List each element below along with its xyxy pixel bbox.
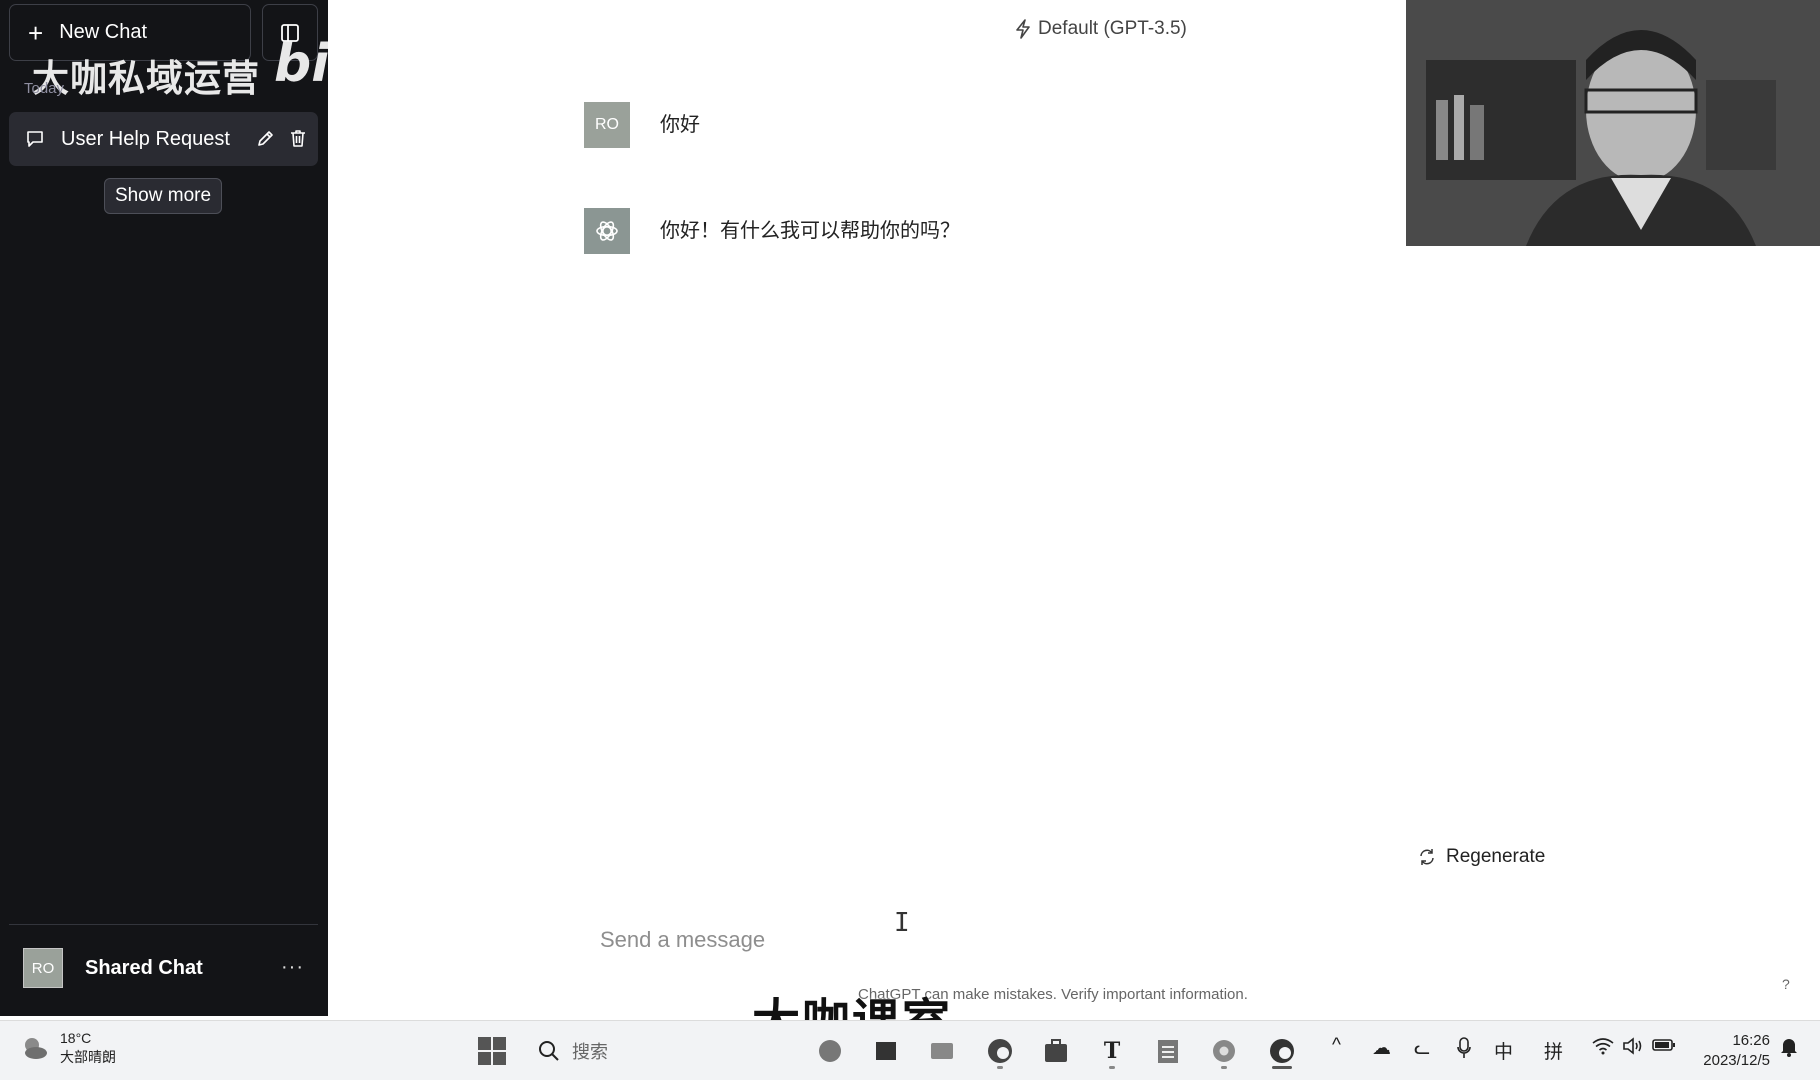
assistant-avatar	[584, 208, 630, 254]
search-label: 搜索	[572, 1042, 608, 1062]
volume-icon[interactable]	[1622, 1037, 1644, 1061]
weather-desc: 大部晴朗	[60, 1049, 116, 1065]
clock-date: 2023/12/5	[1703, 1052, 1770, 1069]
edge-dev-icon	[1270, 1039, 1294, 1063]
model-selector[interactable]: Default (GPT-3.5)	[1014, 18, 1187, 40]
store-icon	[1045, 1039, 1067, 1062]
message-input[interactable]	[600, 920, 1420, 960]
assistant-message: 你好！有什么我可以帮助你的吗？	[584, 208, 960, 254]
app-icon	[931, 1043, 953, 1059]
taskbar-app-1[interactable]	[810, 1031, 850, 1071]
search-icon	[539, 1041, 559, 1061]
show-more-button[interactable]: Show more	[104, 178, 222, 214]
edge-browser-button[interactable]	[980, 1031, 1020, 1071]
app-root: + New Chat 大咖私域运营 bili Today User Help R…	[0, 0, 1820, 1080]
store-button[interactable]	[1036, 1031, 1076, 1071]
running-indicator	[1109, 1066, 1115, 1069]
weather-temp: 18°C	[60, 1030, 92, 1046]
chat-item-actions	[256, 128, 308, 148]
taskbar-search[interactable]: 搜索	[532, 1031, 792, 1071]
sidebar-divider	[9, 924, 318, 925]
weather-widget[interactable]: 18°C 大部晴朗	[18, 1029, 116, 1067]
regenerate-button[interactable]: Regenerate	[1418, 846, 1545, 868]
chat-bubble-icon	[27, 131, 43, 147]
edge-dev-button[interactable]	[1262, 1031, 1302, 1071]
ime-language[interactable]: 中	[1494, 1037, 1513, 1064]
trash-icon[interactable]	[288, 128, 308, 148]
ime-mode[interactable]: 拼	[1544, 1037, 1563, 1064]
profile-menu[interactable]: RO Shared Chat ···	[9, 940, 318, 996]
battery-icon[interactable]	[1652, 1037, 1676, 1059]
watermark-logo-text: 大咖私域运营	[32, 57, 260, 100]
bilibili-watermark: bili	[274, 38, 328, 90]
active-indicator	[1272, 1066, 1292, 1069]
profile-name: Shared Chat	[85, 956, 203, 979]
edit-icon[interactable]	[256, 128, 276, 148]
typora-button[interactable]: T	[1092, 1031, 1132, 1071]
user-avatar: RO	[23, 948, 63, 988]
app-icon	[876, 1042, 896, 1060]
user-message-avatar: RO	[584, 102, 630, 148]
model-name: Default (GPT-3.5)	[1038, 18, 1187, 39]
history-group-label: Today	[24, 80, 65, 97]
taskbar-app-2[interactable]	[866, 1031, 906, 1071]
onedrive-icon[interactable]: ☁	[1372, 1037, 1391, 1060]
clock-time: 16:26	[1732, 1032, 1770, 1049]
assistant-message-text: 你好！有什么我可以帮助你的吗？	[660, 220, 960, 242]
refresh-icon	[1420, 849, 1434, 865]
wifi-icon[interactable]	[1592, 1037, 1614, 1061]
sidebar: + New Chat 大咖私域运营 bili Today User Help R…	[0, 0, 328, 1016]
microphone-icon[interactable]	[1456, 1037, 1472, 1065]
text-cursor-icon: I	[894, 908, 910, 938]
plus-icon: +	[28, 17, 44, 48]
notepad-icon	[1158, 1040, 1178, 1063]
new-chat-label: New Chat	[59, 21, 147, 43]
chrome-button[interactable]	[1204, 1031, 1244, 1071]
regenerate-label: Regenerate	[1446, 846, 1546, 867]
system-clock[interactable]: 16:26 2023/12/5	[1694, 1031, 1770, 1071]
chat-history-item[interactable]: User Help Request	[9, 112, 318, 166]
running-indicator	[1221, 1066, 1227, 1069]
notification-bell-icon[interactable]	[1780, 1037, 1798, 1063]
taskbar-app-3[interactable]	[922, 1031, 962, 1071]
openai-logo-icon	[596, 221, 618, 241]
webcam-presenter-image	[1406, 0, 1820, 246]
running-indicator	[997, 1066, 1003, 1069]
chevron-up-icon[interactable]: ^	[1332, 1035, 1341, 1057]
help-button[interactable]: ?	[1782, 976, 1790, 992]
webcam-overlay	[1406, 0, 1820, 246]
windows-start-button[interactable]	[472, 1031, 512, 1071]
windows-logo-icon	[478, 1037, 506, 1065]
weather-cloud-sun-icon	[25, 1038, 47, 1059]
cat-app-icon[interactable]: ᓚ	[1414, 1037, 1430, 1060]
lightning-icon	[1016, 19, 1030, 39]
notepad-button[interactable]	[1148, 1031, 1188, 1071]
chat-history-title: User Help Request	[61, 127, 230, 150]
more-options-icon[interactable]: ···	[281, 956, 304, 979]
typora-t-icon: T	[1103, 1038, 1121, 1064]
browser-icon	[1213, 1040, 1235, 1062]
windows-taskbar: 18°C 大部晴朗 搜索 T ^ ☁ ᓚ 中 拼 16:26 2023/12/5	[0, 1020, 1820, 1080]
user-message-text: 你好	[660, 114, 700, 136]
app-icon	[819, 1040, 841, 1062]
user-message: RO 你好	[584, 102, 700, 148]
edge-icon	[988, 1039, 1012, 1063]
